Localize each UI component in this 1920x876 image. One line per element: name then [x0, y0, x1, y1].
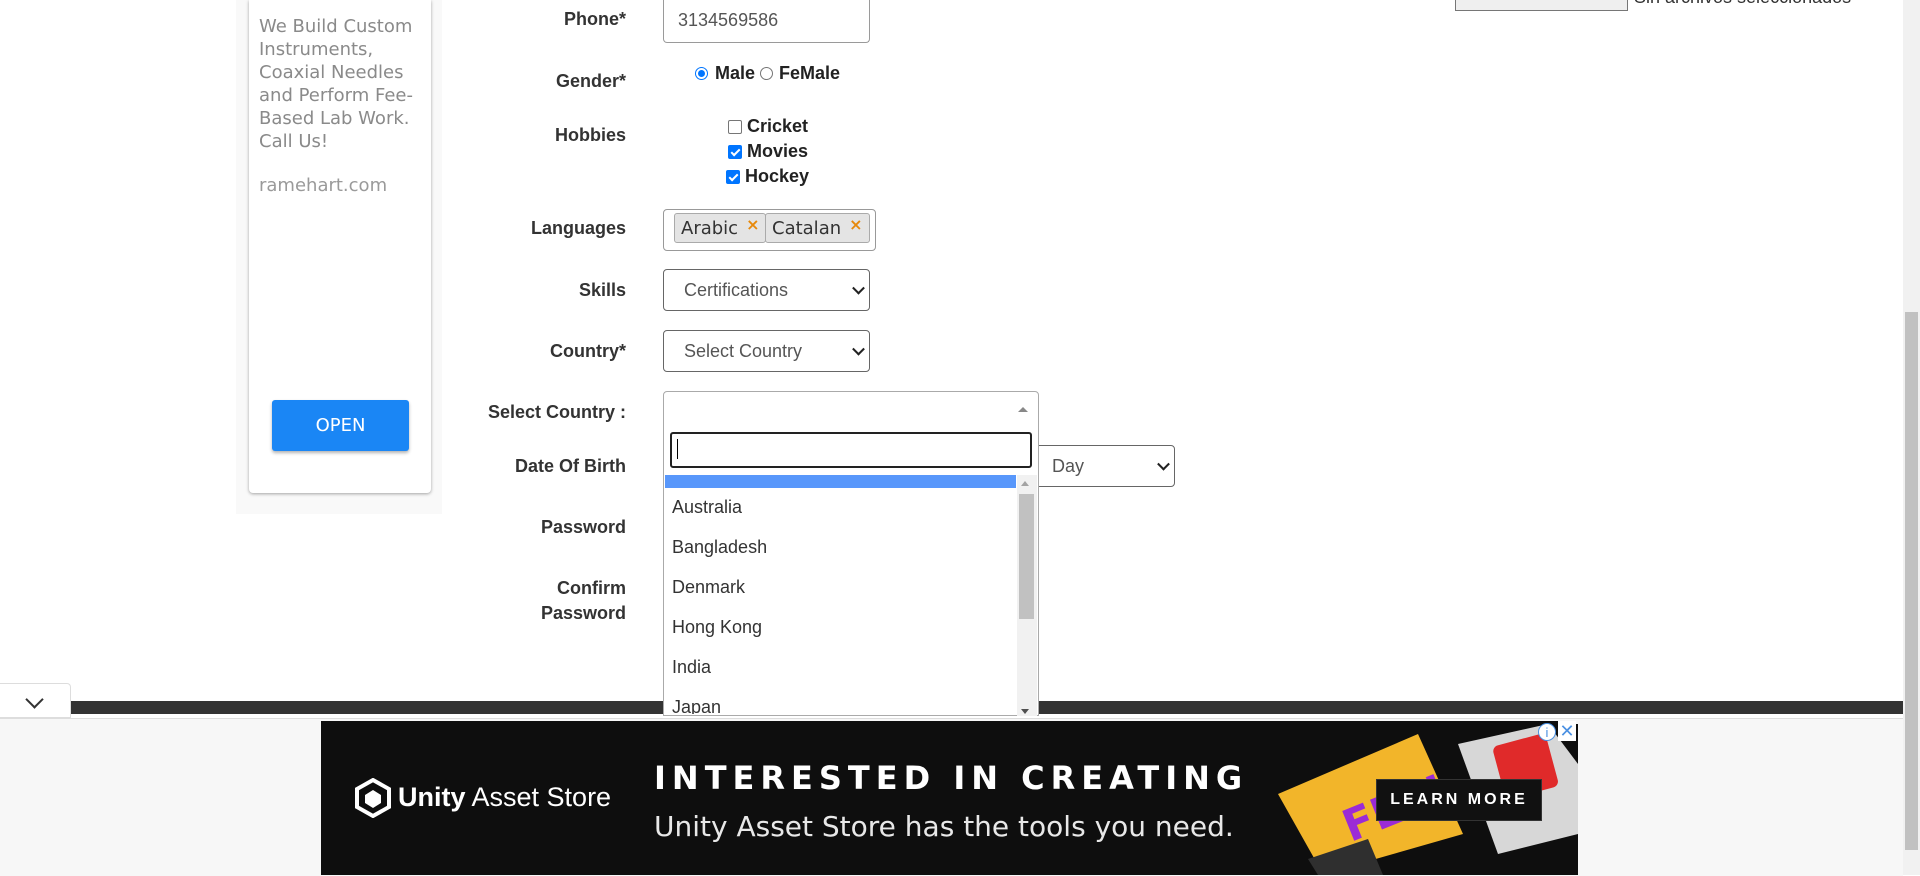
language-tag-catalan: Catalan × [765, 213, 870, 243]
skills-value: Certifications [684, 279, 789, 300]
select-country-dropdown [663, 426, 1039, 716]
hobby-movies-checkbox[interactable] [728, 145, 742, 159]
confirm-password-label-line2: Password [540, 603, 626, 623]
skills-label: Skills [578, 280, 626, 300]
bottom-ad-brand: Unity Asset Store [398, 782, 612, 812]
confirm-password-label-line1: Confirm [557, 578, 626, 598]
language-tag-catalan-label: Catalan [772, 217, 842, 239]
hobby-hockey-checkbox[interactable] [726, 170, 740, 184]
dropdown-scrollbar-thumb[interactable] [1019, 494, 1034, 619]
chevron-down-icon [1157, 457, 1170, 471]
country-option[interactable]: India [672, 657, 711, 678]
language-tag-arabic: Arabic × [674, 213, 767, 243]
chevron-down-icon [852, 342, 865, 356]
phone-value: 3134569586 [678, 10, 779, 30]
phone-label: Phone* [563, 9, 626, 29]
page-scrollbar-thumb[interactable] [1905, 312, 1918, 850]
country-option[interactable]: Hong Kong [672, 617, 762, 638]
hobby-cricket-label: Cricket [747, 116, 809, 136]
country-option[interactable]: Australia [672, 497, 742, 518]
gender-male-label: Male [715, 63, 756, 83]
hobby-cricket-checkbox[interactable] [728, 120, 742, 134]
dob-day-select[interactable]: Day [1025, 445, 1175, 487]
country-value: Select Country [684, 340, 803, 361]
language-tag-arabic-label: Arabic [681, 217, 739, 239]
country-select[interactable]: Select Country [663, 330, 870, 372]
select-country-search-input[interactable] [670, 432, 1032, 468]
country-option[interactable]: Denmark [672, 577, 745, 598]
phone-input[interactable]: 3134569586 [663, 0, 870, 43]
ad-info-icon[interactable]: i [1538, 723, 1556, 741]
remove-arabic-icon[interactable]: × [746, 215, 759, 234]
scroll-down-icon[interactable] [1021, 709, 1029, 714]
unity-logo-icon [355, 778, 391, 818]
learn-more-button[interactable]: LEARN MORE [1376, 779, 1542, 821]
file-status-text: Sin archivos seleccionados [1634, 0, 1851, 8]
gender-male-radio[interactable] [695, 67, 708, 80]
dob-day-value: Day [1052, 455, 1085, 476]
gender-label: Gender* [555, 71, 626, 91]
sidebar-ad-domain[interactable]: ramehart.com [259, 175, 387, 196]
gender-female-radio[interactable] [760, 67, 773, 80]
country-option[interactable]: Bangladesh [672, 537, 767, 558]
text-caret [677, 439, 678, 459]
bottom-ad-headline: INTERESTED IN CREATING? [654, 759, 1273, 797]
select-country-label: Select Country : [487, 402, 626, 422]
hobby-hockey-label: Hockey [745, 166, 810, 186]
skills-select[interactable]: Certifications [663, 269, 870, 311]
hobbies-label: Hobbies [554, 125, 626, 145]
chevron-down-icon [852, 281, 865, 295]
dob-label: Date Of Birth [514, 456, 626, 476]
ad-close-icon[interactable]: ✕ [1558, 721, 1576, 741]
bottom-ad-subline: Unity Asset Store has the tools you need… [654, 810, 1234, 843]
caret-up-icon [1018, 407, 1028, 412]
gender-female-label: FeMale [779, 63, 841, 83]
country-label: Country* [550, 341, 626, 361]
remove-catalan-icon[interactable]: × [849, 215, 862, 234]
dropdown-highlighted-option[interactable] [665, 475, 1016, 488]
languages-label: Languages [530, 218, 626, 238]
scroll-up-icon[interactable] [1021, 481, 1029, 486]
hobby-movies-label: Movies [747, 141, 809, 161]
select-country-combobox[interactable] [663, 391, 1039, 427]
password-label: Password [540, 517, 626, 537]
choose-file-button[interactable] [1455, 0, 1628, 11]
